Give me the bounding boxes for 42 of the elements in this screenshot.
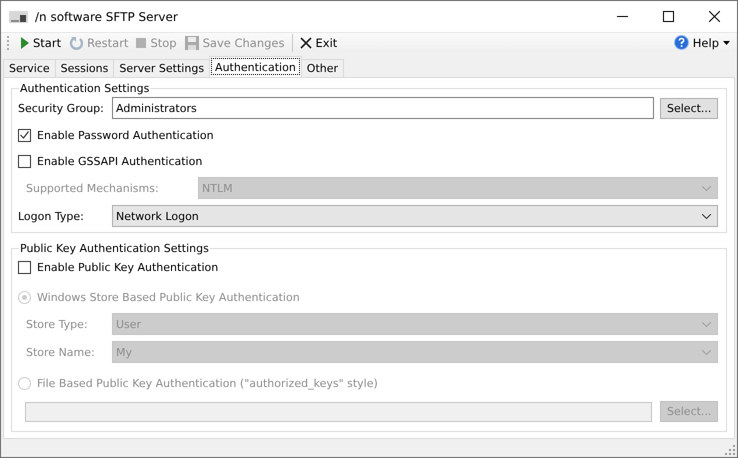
checkbox-label: Enable GSSAPI Authentication [37,154,202,168]
field-label: Supported Mechanisms: [25,182,160,194]
select-button[interactable]: Select... [660,98,718,118]
help-button[interactable]: Help [670,33,733,52]
toolbar-button[interactable]: Exit [296,34,340,52]
chevron-down-icon [702,186,711,190]
maximize-icon[interactable] [662,11,674,22]
minimize-icon[interactable] [616,16,628,17]
restart-icon [69,36,84,50]
tab[interactable]: Other [300,59,344,77]
checkbox[interactable] [18,260,31,274]
save-icon [184,36,199,50]
tab[interactable]: Service [3,59,56,77]
close-icon[interactable] [708,11,720,22]
group-title: Authentication Settings [19,82,150,95]
play-icon [20,36,29,48]
checkbox-label: Enable Public Key Authentication [37,260,218,274]
field-label: Logon Type: [18,210,85,222]
help-icon [674,35,689,50]
field-label: Store Name: [25,346,96,358]
caret-icon [723,40,730,44]
field-label: Security Group: [18,102,105,114]
toolbar-button[interactable]: Start [17,34,64,52]
checkbox[interactable] [18,154,31,168]
field-label: Store Type: [25,318,89,330]
checkbox[interactable] [18,128,31,142]
radio-label: File Based Public Key Authentication ("authorized_keys" style) [37,376,378,390]
checkbox-label: Enable Password Authentication [37,128,214,142]
radio-label: Windows Store Based Public Key Authentication [37,290,300,304]
app-icon [9,10,28,22]
dropdown[interactable]: Network Logon [112,205,718,227]
resize-grip-icon [725,445,735,455]
chevron-down-icon [702,350,711,354]
tab[interactable]: Authentication [209,56,302,77]
window-title: /n software SFTP Server [35,10,179,24]
tab[interactable]: Server Settings [113,59,210,77]
close-icon [300,36,312,48]
stop-icon [136,38,146,48]
chevron-down-icon [702,322,711,326]
group-title: Public Key Authentication Settings [19,242,210,255]
chevron-down-icon [702,214,711,218]
input-field[interactable]: Administrators [112,97,654,119]
